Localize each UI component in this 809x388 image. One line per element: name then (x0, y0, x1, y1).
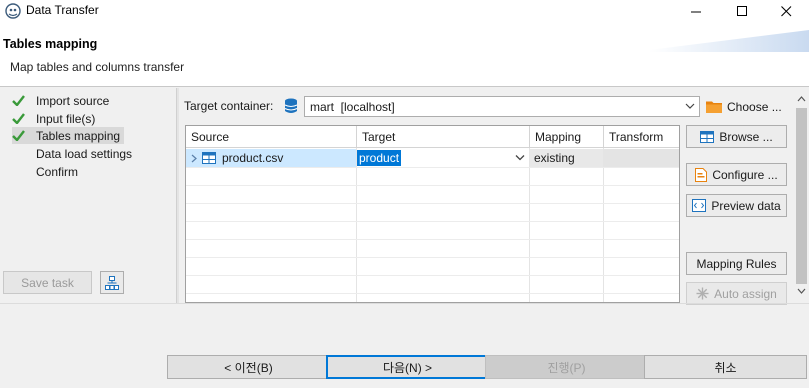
database-icon (284, 98, 298, 113)
next-button[interactable]: 다음(N) > (326, 355, 489, 379)
asterisk-icon (696, 287, 709, 300)
proceed-button[interactable]: 진행(P) (485, 355, 648, 379)
minimize-button[interactable] (673, 0, 719, 22)
chevron-down-icon[interactable] (515, 154, 525, 162)
configure-button[interactable]: Configure ... (686, 163, 787, 186)
step-data-load-settings[interactable]: Data load settings (12, 145, 132, 162)
target-container-select[interactable]: mart [localhost] (304, 96, 700, 117)
preview-data-button[interactable]: Preview data (686, 194, 787, 217)
maximize-button[interactable] (719, 0, 765, 22)
folder-icon (706, 101, 722, 113)
save-task-button[interactable]: Save task (3, 271, 92, 294)
transform-cell[interactable] (604, 149, 679, 167)
close-button[interactable] (763, 0, 809, 22)
column-header-target[interactable]: Target (357, 126, 530, 148)
scroll-up-icon[interactable] (797, 95, 806, 102)
preview-label: Preview data (711, 198, 781, 213)
step-label: Tables mapping (36, 128, 121, 143)
mapping-rules-label: Mapping Rules (696, 256, 777, 271)
table-icon (202, 152, 216, 164)
target-container-value: mart [localhost] (310, 99, 395, 114)
close-icon (780, 5, 791, 16)
column-header-mapping[interactable]: Mapping (530, 126, 604, 148)
source-name: product.csv (222, 151, 284, 165)
mapping-cell[interactable]: existing (530, 149, 603, 167)
document-config-icon (695, 167, 708, 182)
step-label: Import source (36, 93, 110, 108)
task-tree-button[interactable] (100, 271, 124, 294)
choose-label: Choose ... (727, 99, 782, 114)
chevron-down-icon (685, 103, 695, 109)
check-icon (12, 94, 28, 108)
mapping-table[interactable]: Source Target Mapping Transform product.… (185, 125, 680, 303)
chevron-right-icon[interactable] (191, 154, 198, 163)
app-icon (5, 3, 21, 19)
cancel-button[interactable]: 취소 (644, 355, 807, 379)
column-header-transform[interactable]: Transform (604, 126, 679, 148)
maximize-icon (736, 5, 747, 16)
target-container-label: Target container: (184, 99, 274, 113)
window-title: Data Transfer (26, 3, 99, 17)
preview-icon (692, 199, 707, 212)
check-icon (12, 129, 28, 143)
scroll-down-icon[interactable] (797, 288, 806, 295)
page-description: Map tables and columns transfer (10, 60, 185, 74)
choose-container-button[interactable]: Choose ... (706, 96, 782, 117)
check-icon (12, 112, 28, 126)
table-row[interactable]: product.csv product existing (186, 149, 679, 167)
step-import-source[interactable]: Import source (12, 92, 109, 109)
target-cell[interactable]: product (357, 149, 529, 167)
step-input-files[interactable]: Input file(s) (12, 110, 95, 127)
browse-button[interactable]: Browse ... (686, 125, 787, 148)
back-button[interactable]: < 이전(B) (167, 355, 330, 379)
browse-label: Browse ... (719, 129, 773, 144)
title-bar: Data Transfer (0, 0, 809, 22)
auto-assign-button[interactable]: Auto assign (686, 282, 787, 305)
minimize-icon (690, 11, 701, 12)
step-tables-mapping[interactable]: Tables mapping (12, 127, 125, 144)
page-title: Tables mapping (3, 37, 98, 51)
step-confirm[interactable]: Confirm (12, 163, 78, 180)
panel-divider[interactable] (176, 88, 179, 303)
table-header: Source Target Mapping Transform (186, 126, 679, 148)
scrollbar-thumb[interactable] (796, 108, 807, 284)
mapping-value: existing (534, 151, 575, 165)
source-cell[interactable]: product.csv (186, 149, 356, 167)
target-name-editor[interactable]: product (357, 150, 402, 166)
hierarchy-icon (105, 275, 119, 290)
step-label: Data load settings (36, 146, 133, 161)
step-label: Input file(s) (36, 111, 96, 126)
table-icon (700, 130, 715, 143)
mapping-rules-button[interactable]: Mapping Rules (686, 252, 787, 275)
header-decoration (649, 30, 809, 52)
configure-label: Configure ... (712, 167, 778, 182)
step-label: Confirm (36, 164, 79, 179)
footer-separator (0, 303, 809, 304)
wizard-header: Tables mapping Map tables and columns tr… (0, 22, 809, 87)
auto-assign-label: Auto assign (714, 286, 777, 301)
vertical-scrollbar[interactable] (794, 92, 809, 303)
column-header-source[interactable]: Source (186, 126, 357, 148)
